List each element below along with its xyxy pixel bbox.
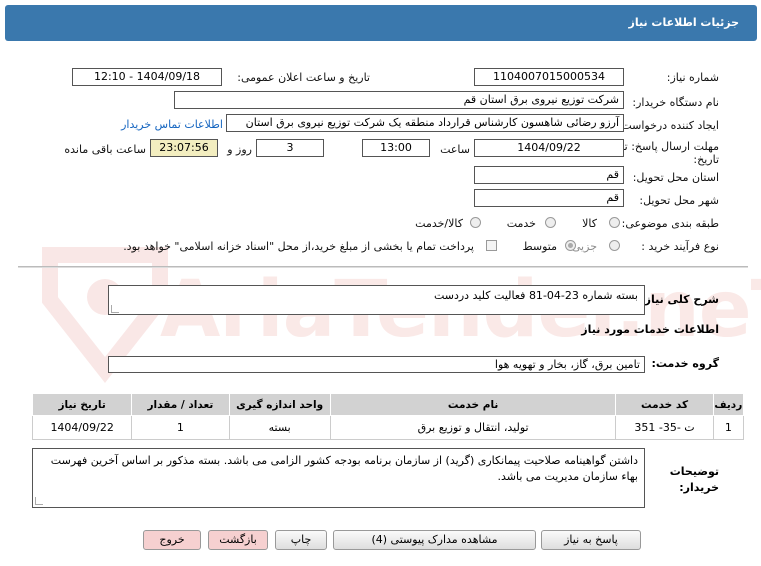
announce-label: تاریخ و ساعت اعلان عمومی: — [237, 71, 370, 84]
summary-resize-handle[interactable] — [111, 305, 119, 313]
remaining-time-field: 23:07:56 — [150, 139, 218, 157]
buyer-notes-field: داشتن گواهینامه صلاحیت پیمانکاری (گرید) … — [32, 448, 645, 508]
col-quantity: تعداد / مقدار — [131, 393, 230, 416]
days-label: روز و — [227, 143, 252, 156]
cell-service-code: ت -35- 351 — [615, 415, 714, 440]
province-field: قم — [474, 166, 624, 184]
divider — [18, 266, 748, 268]
need-number-field: 1104007015000534 — [474, 68, 624, 86]
process-label: نوع فرآیند خرید : — [641, 240, 719, 253]
services-section-title: اطلاعات خدمات مورد نیاز — [581, 323, 719, 336]
process-minor-radio[interactable] — [609, 240, 620, 251]
need-number-label: شماره نیاز: — [666, 71, 719, 84]
page-header: جزئیات اطلاعات نیاز — [5, 5, 757, 41]
days-field: 3 — [256, 139, 324, 157]
category-goods-label: کالا — [582, 217, 597, 230]
notes-resize-handle[interactable] — [35, 497, 43, 505]
province-label: استان محل تحویل: — [632, 171, 719, 184]
city-field: قم — [474, 189, 624, 207]
summary-field: بسته شماره 23-04-81 فعالیت کلید دردست — [108, 285, 645, 315]
creator-label: ایجاد کننده درخواست: — [617, 119, 719, 132]
category-goods-radio[interactable] — [609, 217, 620, 228]
col-service-code: کد خدمت — [615, 393, 714, 416]
category-service-label: خدمت — [506, 217, 536, 230]
buyer-org-field: شرکت توزیع نیروی برق استان قم — [174, 91, 624, 109]
process-medium-label: متوسط — [522, 240, 557, 253]
cell-service-name: تولید، انتقال و توزیع برق — [329, 415, 617, 440]
process-medium-radio[interactable] — [565, 240, 576, 251]
buyer-notes-text: داشتن گواهینامه صلاحیت پیمانکاری (گرید) … — [50, 454, 638, 483]
summary-text: بسته شماره 23-04-81 فعالیت کلید دردست — [433, 289, 638, 302]
time-label: ساعت — [440, 143, 470, 156]
category-label: طبقه بندی موضوعی: — [621, 217, 719, 230]
deadline-label: مهلت ارسال پاسخ: تا — [621, 140, 719, 153]
treasury-payment-checkbox[interactable] — [486, 240, 497, 251]
table-header-row: ردیف کد خدمت نام خدمت واحد اندازه گیری ت… — [31, 393, 745, 416]
deadline-date-field: 1404/09/22 — [474, 139, 624, 157]
attachments-button[interactable]: مشاهده مدارک پیوستی (4) — [333, 530, 536, 550]
col-unit: واحد اندازه گیری — [228, 393, 331, 416]
table-row: 1 ت -35- 351 تولید، انتقال و توزیع برق ب… — [31, 415, 745, 440]
buyer-notes-label: توضیحات — [669, 465, 719, 478]
cell-need-date: 1404/09/22 — [31, 415, 133, 440]
deadline-label-date: تاریخ: — [693, 153, 719, 166]
category-both-label: کالا/خدمت — [415, 217, 463, 230]
deadline-time-field: 13:00 — [362, 139, 430, 157]
cell-row-number: 1 — [712, 415, 745, 440]
category-service-radio[interactable] — [545, 217, 556, 228]
service-group-field: تامین برق، گاز، بخار و تهویه هوا — [108, 356, 645, 373]
cell-unit: بسته — [228, 415, 331, 440]
col-service-name: نام خدمت — [329, 393, 617, 416]
summary-label: شرح کلی نیاز: — [640, 293, 719, 306]
exit-button[interactable]: خروج — [143, 530, 201, 550]
buyer-org-label: نام دستگاه خریدار: — [632, 96, 719, 109]
cell-quantity: 1 — [131, 415, 230, 440]
col-row-number: ردیف — [712, 393, 745, 416]
buyer-notes-label-2: خریدار: — [679, 481, 719, 494]
treasury-payment-note: پرداخت تمام یا بخشی از مبلغ خرید،از محل … — [123, 240, 474, 253]
back-button[interactable]: بازگشت — [208, 530, 268, 550]
col-need-date: تاریخ نیاز — [31, 393, 133, 416]
remaining-label: ساعت باقی مانده — [64, 143, 146, 156]
reply-button[interactable]: پاسخ به نیاز — [541, 530, 641, 550]
city-label: شهر محل تحویل: — [639, 194, 719, 207]
services-table: ردیف کد خدمت نام خدمت واحد اندازه گیری ت… — [31, 393, 745, 440]
category-both-radio[interactable] — [470, 217, 481, 228]
creator-field: آرزو رضائی شاهسون کارشناس قرارداد منطقه … — [226, 114, 624, 132]
print-button[interactable]: چاپ — [275, 530, 327, 550]
service-group-label: گروه خدمت: — [651, 357, 719, 370]
announce-field: 1404/09/18 - 12:10 — [72, 68, 222, 86]
buyer-contact-link[interactable]: اطلاعات تماس خریدار — [121, 118, 223, 131]
page-title: جزئیات اطلاعات نیاز — [628, 16, 740, 29]
